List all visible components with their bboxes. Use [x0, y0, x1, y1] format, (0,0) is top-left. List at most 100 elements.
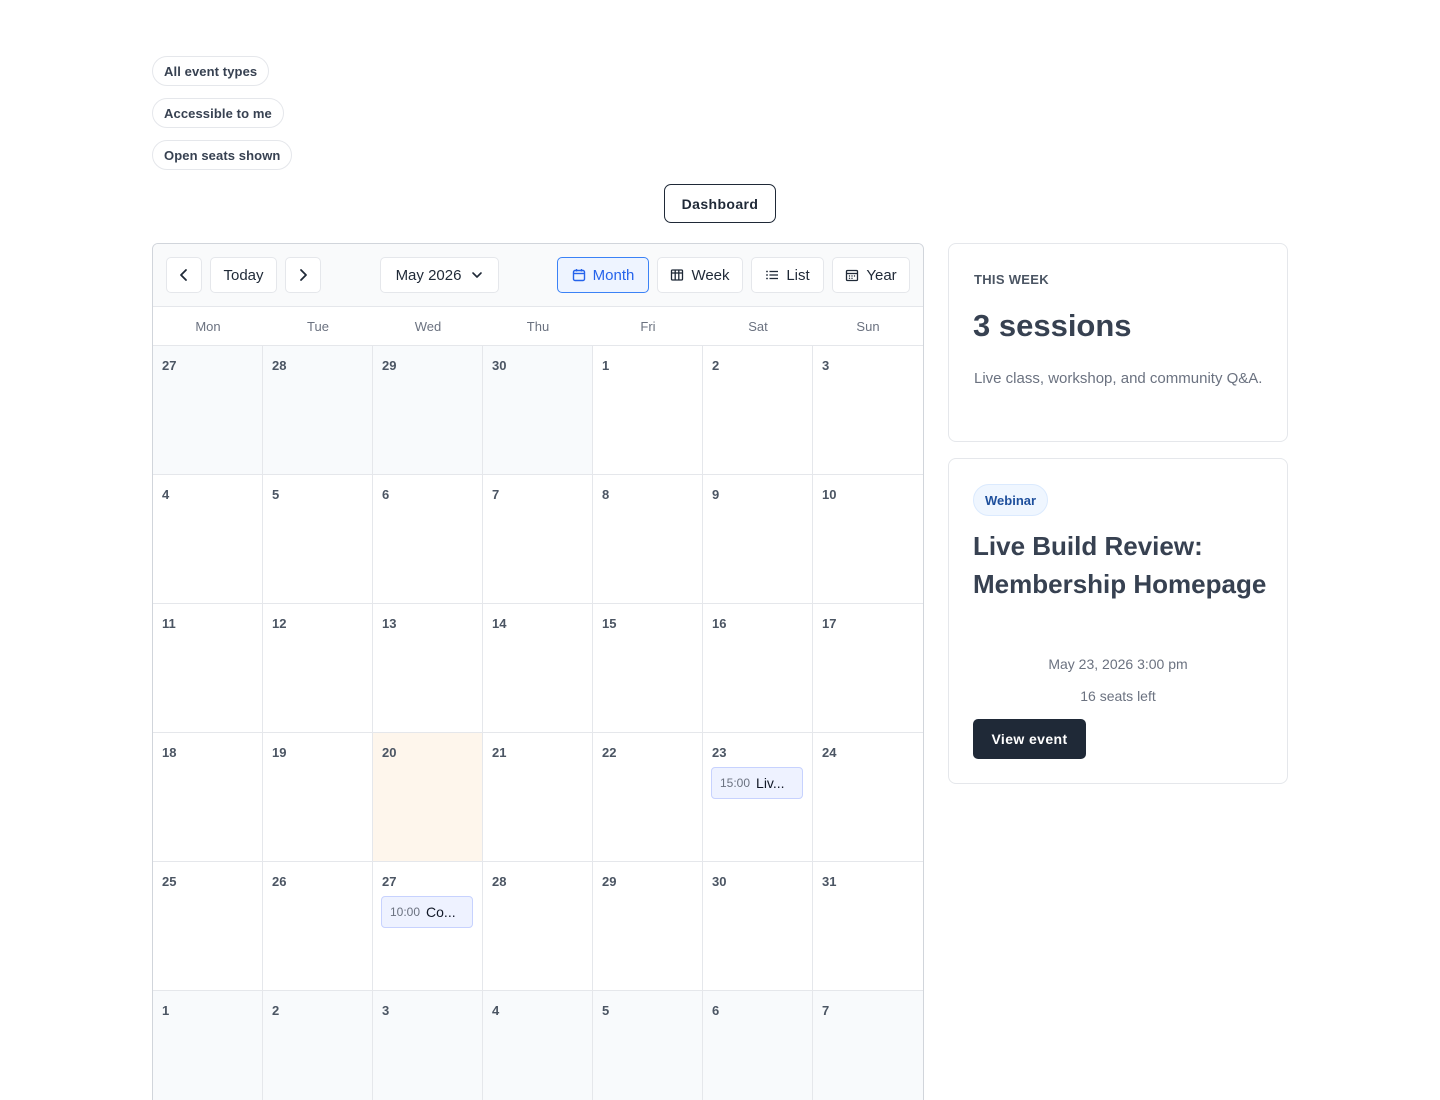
- day-number: 5: [602, 1003, 610, 1018]
- day-cell[interactable]: 19: [263, 733, 373, 861]
- day-cell[interactable]: 30: [483, 346, 593, 474]
- day-cell[interactable]: 10: [813, 475, 923, 603]
- calendar-event[interactable]: 15:00 Liv...: [711, 767, 803, 799]
- calendar-toolbar: Today May 2026 Month Week List Year: [153, 244, 923, 307]
- day-cell[interactable]: 24: [813, 733, 923, 861]
- day-cell[interactable]: 1: [593, 346, 703, 474]
- dow-label: Wed: [414, 318, 442, 334]
- week-row: 27 28 29 30 1 2 3: [153, 346, 923, 475]
- event-date: May 23, 2026 3:00 pm: [1048, 656, 1188, 672]
- day-cell[interactable]: 9: [703, 475, 813, 603]
- day-number: 18: [162, 745, 177, 760]
- day-cell[interactable]: 31: [813, 862, 923, 990]
- this-week-eyebrow: THIS WEEK: [974, 272, 1049, 287]
- day-cell[interactable]: 26: [263, 862, 373, 990]
- day-number: 2: [712, 358, 720, 373]
- day-cell[interactable]: 2: [263, 991, 373, 1100]
- day-cell[interactable]: 22: [593, 733, 703, 861]
- day-number: 12: [272, 616, 287, 631]
- week-row: 18 19 20 21 22 23 15:00 Liv... 24: [153, 733, 923, 862]
- calendar-event[interactable]: 10:00 Co...: [381, 896, 473, 928]
- day-number: 19: [272, 745, 287, 760]
- view-week-label: Week: [691, 266, 730, 284]
- day-number: 14: [492, 616, 507, 631]
- day-cell[interactable]: 28: [263, 346, 373, 474]
- list-icon: [766, 270, 779, 280]
- dashboard-button[interactable]: Dashboard: [664, 184, 776, 223]
- day-cell[interactable]: 12: [263, 604, 373, 732]
- day-cell[interactable]: 18: [153, 733, 263, 861]
- day-number: 24: [822, 745, 837, 760]
- day-number: 21: [492, 745, 507, 760]
- days-of-week-header: Mon Tue Wed Thu Fri Sat Sun: [153, 307, 923, 346]
- day-cell[interactable]: 23 15:00 Liv...: [703, 733, 813, 861]
- filter-open-seats-shown[interactable]: Open seats shown: [152, 140, 293, 170]
- day-cell[interactable]: 15: [593, 604, 703, 732]
- day-cell[interactable]: 7: [483, 475, 593, 603]
- event-chip-title: Liv...: [756, 775, 785, 791]
- day-cell[interactable]: 11: [153, 604, 263, 732]
- day-cell[interactable]: 4: [483, 991, 593, 1100]
- day-number: 8: [602, 487, 610, 502]
- day-cell[interactable]: 25: [153, 862, 263, 990]
- day-cell[interactable]: 1: [153, 991, 263, 1100]
- view-week-button[interactable]: Week: [657, 257, 743, 293]
- day-number: 3: [382, 1003, 390, 1018]
- today-button[interactable]: Today: [210, 257, 277, 293]
- event-seats: 16 seats left: [1080, 688, 1156, 704]
- dow-label: Tue: [307, 318, 329, 334]
- day-number: 28: [492, 874, 507, 889]
- day-cell[interactable]: 4: [153, 475, 263, 603]
- day-number: 27: [162, 358, 177, 373]
- calendar-grid-icon: [846, 269, 859, 282]
- view-year-button[interactable]: Year: [832, 257, 910, 293]
- day-cell[interactable]: 13: [373, 604, 483, 732]
- day-cell[interactable]: 3: [813, 346, 923, 474]
- filter-accessible-to-me[interactable]: Accessible to me: [152, 98, 284, 128]
- day-number: 16: [712, 616, 727, 631]
- day-cell[interactable]: 16: [703, 604, 813, 732]
- day-number: 1: [602, 358, 610, 373]
- calendar: Today May 2026 Month Week List Year Mon …: [152, 243, 924, 1100]
- day-cell[interactable]: 2: [703, 346, 813, 474]
- this-week-description: Live class, workshop, and community Q&A.: [974, 370, 1263, 387]
- day-cell[interactable]: 7: [813, 991, 923, 1100]
- day-cell[interactable]: 29: [593, 862, 703, 990]
- event-chip-title: Co...: [426, 904, 456, 920]
- day-cell[interactable]: 6: [703, 991, 813, 1100]
- view-month-button[interactable]: Month: [557, 257, 649, 293]
- day-cell[interactable]: 28: [483, 862, 593, 990]
- week-row: 4 5 6 7 8 9 10: [153, 475, 923, 604]
- day-number: 29: [602, 874, 617, 889]
- chevron-down-icon: [472, 272, 483, 278]
- view-year-label: Year: [866, 266, 897, 284]
- day-cell[interactable]: 21: [483, 733, 593, 861]
- day-cell[interactable]: 27: [153, 346, 263, 474]
- month-picker[interactable]: May 2026: [380, 257, 499, 293]
- day-cell-today[interactable]: 20: [373, 733, 483, 861]
- next-month-button[interactable]: [285, 257, 321, 293]
- dow-label: Thu: [526, 318, 550, 334]
- day-cell[interactable]: 3: [373, 991, 483, 1100]
- day-cell[interactable]: 14: [483, 604, 593, 732]
- filter-all-event-types[interactable]: All event types: [152, 56, 270, 86]
- day-cell[interactable]: 27 10:00 Co...: [373, 862, 483, 990]
- day-cell[interactable]: 6: [373, 475, 483, 603]
- day-cell[interactable]: 5: [593, 991, 703, 1100]
- day-number: 9: [712, 487, 720, 502]
- page: All event types Accessible to me Open se…: [0, 0, 1440, 1100]
- day-cell[interactable]: 8: [593, 475, 703, 603]
- prev-month-button[interactable]: [166, 257, 202, 293]
- view-list-button[interactable]: List: [751, 257, 824, 293]
- day-cell[interactable]: 30: [703, 862, 813, 990]
- table-icon: [671, 269, 684, 281]
- day-cell[interactable]: 29: [373, 346, 483, 474]
- view-event-button[interactable]: View event: [973, 719, 1086, 759]
- day-cell[interactable]: 17: [813, 604, 923, 732]
- day-number: 11: [162, 616, 176, 631]
- day-number: 10: [822, 487, 837, 502]
- day-number: 2: [272, 1003, 280, 1018]
- view-list-label: List: [786, 266, 810, 284]
- dow-label: Mon: [195, 318, 221, 334]
- day-cell[interactable]: 5: [263, 475, 373, 603]
